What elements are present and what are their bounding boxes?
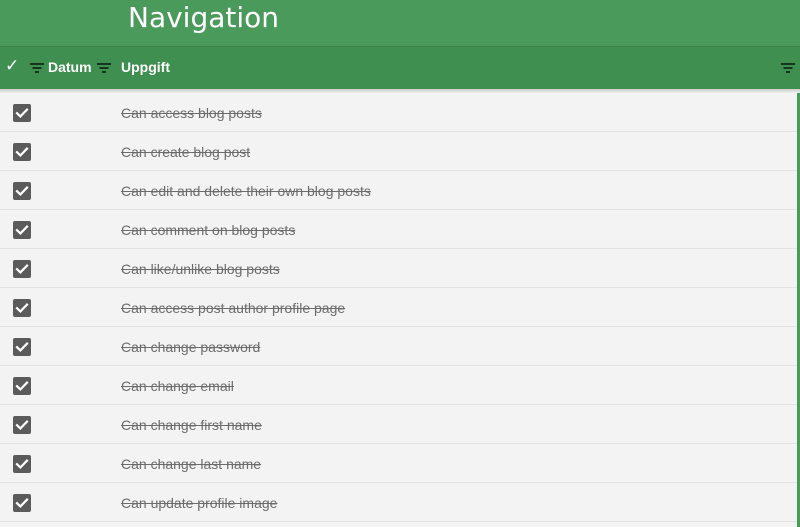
list-item[interactable]: Can change password (0, 327, 800, 366)
column-header-task[interactable]: Uppgift (121, 59, 170, 75)
check-icon[interactable]: ✓ (5, 56, 19, 76)
checkbox-checked-icon[interactable] (13, 455, 31, 473)
list-item[interactable]: Can update profile image (0, 483, 800, 522)
task-text: Can like/unlike blog posts (121, 261, 280, 277)
checkbox-checked-icon[interactable] (13, 104, 31, 122)
filter-icon[interactable] (781, 63, 795, 73)
column-header-date[interactable]: Datum (48, 59, 92, 75)
list-item[interactable]: Can comment on blog posts (0, 210, 800, 249)
checkbox-checked-icon[interactable] (13, 377, 31, 395)
task-list: Can access blog posts Can create blog pos… (0, 93, 800, 522)
task-text: Can comment on blog posts (121, 222, 296, 238)
list-item[interactable]: Can create blog post (0, 132, 800, 171)
list-item[interactable]: Can change first name (0, 405, 800, 444)
checkbox-checked-icon[interactable] (13, 338, 31, 356)
list-item[interactable]: Can change last name (0, 444, 800, 483)
task-text: Can change email (121, 378, 234, 394)
checkbox-checked-icon[interactable] (13, 416, 31, 434)
task-text: Can access post author profile page (121, 300, 346, 316)
task-text: Can change password (121, 339, 261, 355)
task-text: Can update profile image (121, 495, 278, 511)
title-bar: Navigation (0, 0, 800, 46)
checkbox-checked-icon[interactable] (13, 494, 31, 512)
task-text: Can change last name (121, 456, 262, 472)
task-text: Can change first name (121, 417, 262, 433)
task-text: Can access blog posts (121, 105, 262, 121)
checkbox-checked-icon[interactable] (13, 182, 31, 200)
list-item[interactable]: Can access post author profile page (0, 288, 800, 327)
checkbox-checked-icon[interactable] (13, 260, 31, 278)
list-item[interactable]: Can access blog posts (0, 93, 800, 132)
checkbox-checked-icon[interactable] (13, 221, 31, 239)
task-text: Can create blog post (121, 144, 251, 160)
list-item[interactable]: Can change email (0, 366, 800, 405)
page-title: Navigation (128, 1, 280, 34)
table-header: ✓ Datum Uppgift (0, 46, 800, 89)
checkbox-checked-icon[interactable] (13, 143, 31, 161)
checkbox-checked-icon[interactable] (13, 299, 31, 317)
filter-icon[interactable] (97, 63, 111, 73)
task-text: Can edit and delete their own blog posts (121, 183, 371, 199)
filter-icon[interactable] (30, 63, 44, 73)
list-item[interactable]: Can like/unlike blog posts (0, 249, 800, 288)
list-item[interactable]: Can edit and delete their own blog posts (0, 171, 800, 210)
